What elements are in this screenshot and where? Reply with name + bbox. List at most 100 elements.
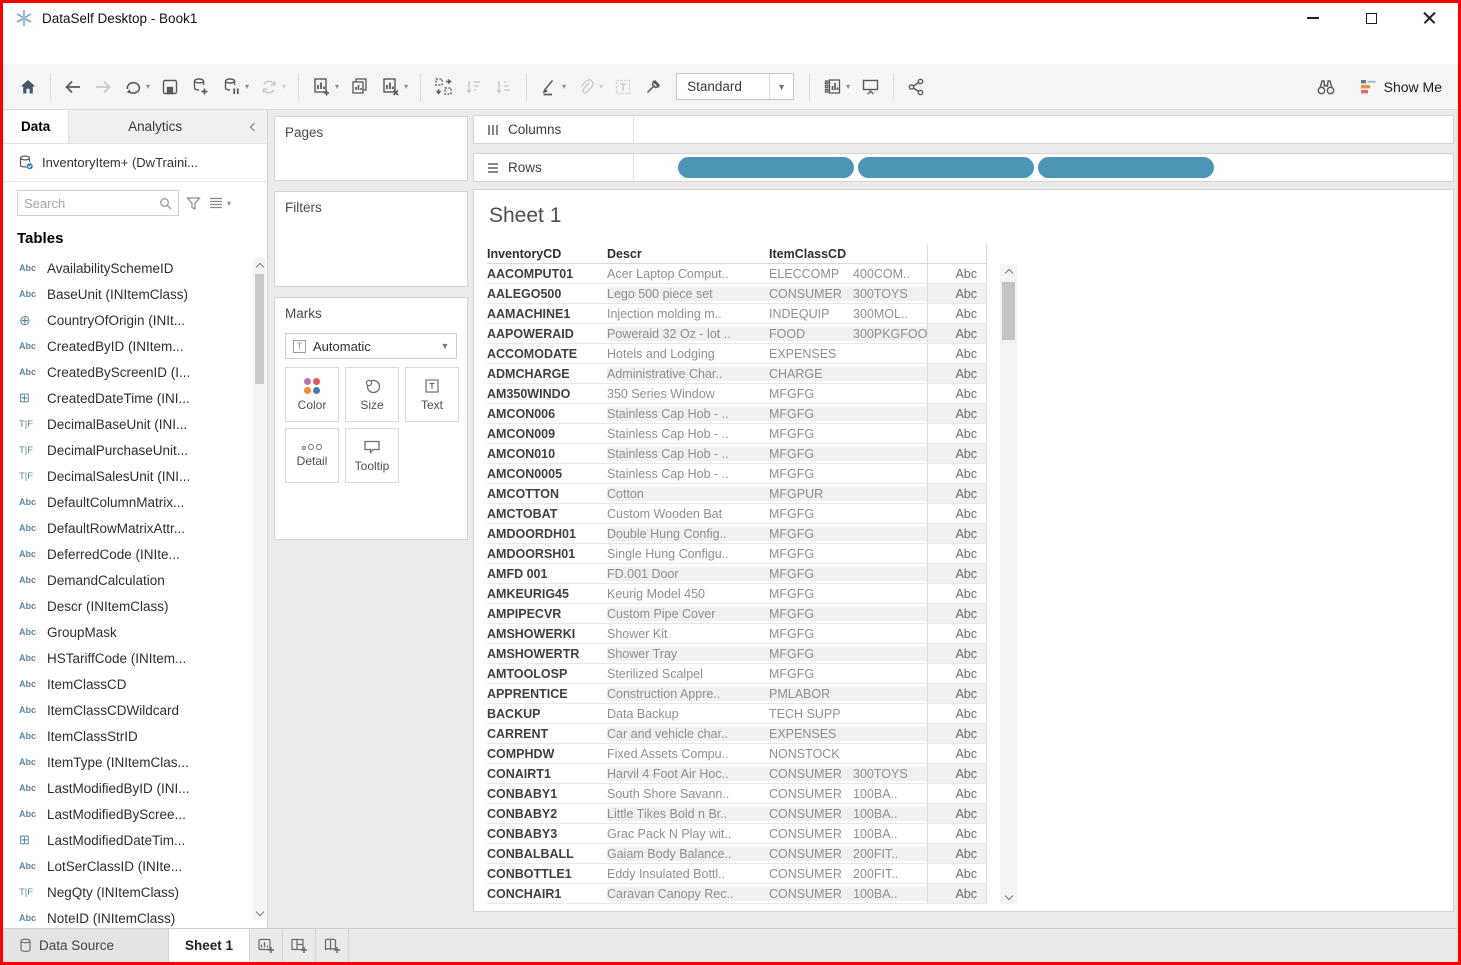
menu-item[interactable] — [81, 43, 103, 55]
descr-cell[interactable]: Stainless Cap Hob - .. — [607, 447, 769, 461]
item-class-cell[interactable]: CONSUMER100BA.. — [769, 787, 927, 801]
descr-cell[interactable]: South Shore Savann.. — [607, 787, 769, 801]
inventory-cd-cell[interactable]: AACOMPUT01 — [487, 267, 607, 281]
item-class-cell[interactable]: MFGFG — [769, 567, 927, 581]
refresh-dropdown-caret[interactable]: ▾ — [282, 82, 286, 91]
find-button[interactable] — [1310, 72, 1342, 102]
field-item[interactable]: CreatedByScreenID (I... — [3, 359, 267, 385]
descr-cell[interactable]: Eddy Insulated Bottl.. — [607, 867, 769, 881]
field-item[interactable]: LastModifiedByID (INI... — [3, 775, 267, 801]
menu-item[interactable] — [147, 43, 169, 55]
filters-shelf[interactable]: Filters — [274, 191, 468, 287]
fix-axes-button[interactable] — [638, 73, 668, 101]
item-class-cell[interactable]: CONSUMER200FIT.. — [769, 847, 927, 861]
descr-cell[interactable]: Acer Laptop Comput.. — [607, 267, 769, 281]
measure-cell[interactable]: Abc — [927, 704, 987, 723]
new-datasource-button[interactable] — [185, 72, 216, 101]
measure-cell[interactable]: Abc — [927, 304, 987, 323]
data-source-tab[interactable]: Data Source — [3, 929, 169, 962]
descr-cell[interactable]: Custom Wooden Bat — [607, 507, 769, 521]
view-options-caret[interactable]: ▾ — [227, 199, 231, 208]
item-class-cell[interactable]: EXPENSES — [769, 727, 927, 741]
field-item[interactable]: HSTariffCode (INItem... — [3, 645, 267, 671]
item-class-cell[interactable]: MFGFG — [769, 607, 927, 621]
table-row[interactable]: AACOMPUT01 Acer Laptop Comput.. ELECCOMP… — [487, 264, 987, 284]
inventory-cd-cell[interactable]: CONBABY3 — [487, 827, 607, 841]
item-class-cell[interactable]: MFGFG — [769, 467, 927, 481]
descr-cell[interactable]: Custom Pipe Cover — [607, 607, 769, 621]
descr-cell[interactable]: Administrative Char.. — [607, 367, 769, 381]
descr-cell[interactable]: Shower Tray — [607, 647, 769, 661]
table-row[interactable]: AMCON010 Stainless Cap Hob - .. MFGFG Ab… — [487, 444, 987, 464]
measure-cell[interactable]: Abc — [927, 724, 987, 743]
table-row[interactable]: AMTOOLOSP Sterilized Scalpel MFGFG Abc — [487, 664, 987, 684]
measure-cell[interactable]: Abc — [927, 464, 987, 483]
field-item[interactable]: LotSerClassID (INIte... — [3, 853, 267, 879]
item-class-cell[interactable]: MFGFG — [769, 547, 927, 561]
table-row[interactable]: CARRENT Car and vehicle char.. EXPENSES … — [487, 724, 987, 744]
inventory-cd-cell[interactable]: AAPOWERAID — [487, 327, 607, 341]
measure-cell[interactable]: Abc — [927, 804, 987, 823]
measure-cell[interactable]: Abc — [927, 824, 987, 843]
field-pill[interactable] — [678, 157, 854, 178]
presentation-mode-button[interactable] — [855, 72, 886, 101]
new-worksheet-button[interactable]: ▾ — [306, 72, 344, 101]
item-class-cell[interactable]: MFGFG — [769, 647, 927, 661]
table-row[interactable]: CONBABY1 South Shore Savann.. CONSUMER10… — [487, 784, 987, 804]
descr-cell[interactable]: Hotels and Lodging — [607, 347, 769, 361]
item-class-cell[interactable]: MFGPUR — [769, 487, 927, 501]
item-class-cell[interactable]: MFGFG — [769, 527, 927, 541]
attach-dropdown-caret[interactable]: ▾ — [599, 82, 603, 91]
menu-item[interactable] — [125, 43, 147, 55]
mark-type-selector[interactable]: T Automatic ▼ — [285, 333, 457, 359]
field-item[interactable]: DemandCalculation — [3, 567, 267, 593]
inventory-cd-cell[interactable]: AAMACHINE1 — [487, 307, 607, 321]
show-mark-labels-button[interactable]: ▾ — [817, 72, 855, 101]
table-row[interactable]: AMSHOWERKI Shower Kit MFGFG Abc — [487, 624, 987, 644]
descr-cell[interactable]: Stainless Cap Hob - .. — [607, 467, 769, 481]
item-class-cell[interactable]: MFGFG — [769, 427, 927, 441]
inventory-cd-cell[interactable]: AMKEURIG45 — [487, 587, 607, 601]
attach-button[interactable]: ▾ — [571, 73, 608, 101]
minimize-button[interactable] — [1284, 3, 1342, 33]
inventory-cd-cell[interactable]: ADMCHARGE — [487, 367, 607, 381]
pause-updates-button[interactable]: ▾ — [216, 72, 254, 101]
refresh-button[interactable]: ▾ — [254, 73, 291, 101]
table-row[interactable]: AALEGO500 Lego 500 piece set CONSUMER300… — [487, 284, 987, 304]
view-options-button[interactable]: ▾ — [208, 196, 231, 210]
table-row[interactable]: AMPIPECVR Custom Pipe Cover MFGFG Abc — [487, 604, 987, 624]
measure-cell[interactable]: Abc — [927, 344, 987, 363]
inventory-cd-cell[interactable]: CONBALBALL — [487, 847, 607, 861]
measure-cell[interactable]: Abc — [927, 564, 987, 583]
field-item[interactable]: LastModifiedDateTim... — [3, 827, 267, 853]
field-item[interactable]: GroupMask — [3, 619, 267, 645]
item-class-cell[interactable]: PMLABOR — [769, 687, 927, 701]
item-class-cell[interactable]: TECH SUPP — [769, 707, 927, 721]
sheet-tab[interactable]: Sheet 1 — [169, 929, 250, 962]
field-pill[interactable] — [1038, 157, 1214, 178]
column-header[interactable]: Descr — [607, 247, 769, 261]
measure-column-header[interactable] — [927, 244, 987, 263]
field-item[interactable]: ItemType (INItemClas... — [3, 749, 267, 775]
table-row[interactable]: AM350WINDO 350 Series Window MFGFG Abc — [487, 384, 987, 404]
duplicate-button[interactable] — [344, 72, 375, 101]
measure-cell[interactable]: Abc — [927, 284, 987, 303]
back-button[interactable] — [58, 73, 88, 101]
item-class-cell[interactable]: MFGFG — [769, 447, 927, 461]
measure-cell[interactable]: Abc — [927, 324, 987, 343]
item-class-cell[interactable]: NONSTOCK — [769, 747, 927, 761]
table-row[interactable]: AMFD 001 FD.001 Door MFGFG Abc — [487, 564, 987, 584]
inventory-cd-cell[interactable]: ACCOMODATE — [487, 347, 607, 361]
inventory-cd-cell[interactable]: AMDOORSH01 — [487, 547, 607, 561]
descr-cell[interactable]: Gaiam Body Balance.. — [607, 847, 769, 861]
measure-cell[interactable]: Abc — [927, 764, 987, 783]
inventory-cd-cell[interactable]: AMCON010 — [487, 447, 607, 461]
search-input[interactable] — [24, 196, 159, 211]
tab-analytics[interactable]: Analytics — [68, 110, 241, 143]
descr-cell[interactable]: Keurig Model 450 — [607, 587, 769, 601]
measure-cell[interactable]: Abc — [927, 444, 987, 463]
table-row[interactable]: ACCOMODATE Hotels and Lodging EXPENSES A… — [487, 344, 987, 364]
measure-cell[interactable]: Abc — [927, 364, 987, 383]
inventory-cd-cell[interactable]: AMPIPECVR — [487, 607, 607, 621]
table-row[interactable]: AMCON0005 Stainless Cap Hob - .. MFGFG A… — [487, 464, 987, 484]
